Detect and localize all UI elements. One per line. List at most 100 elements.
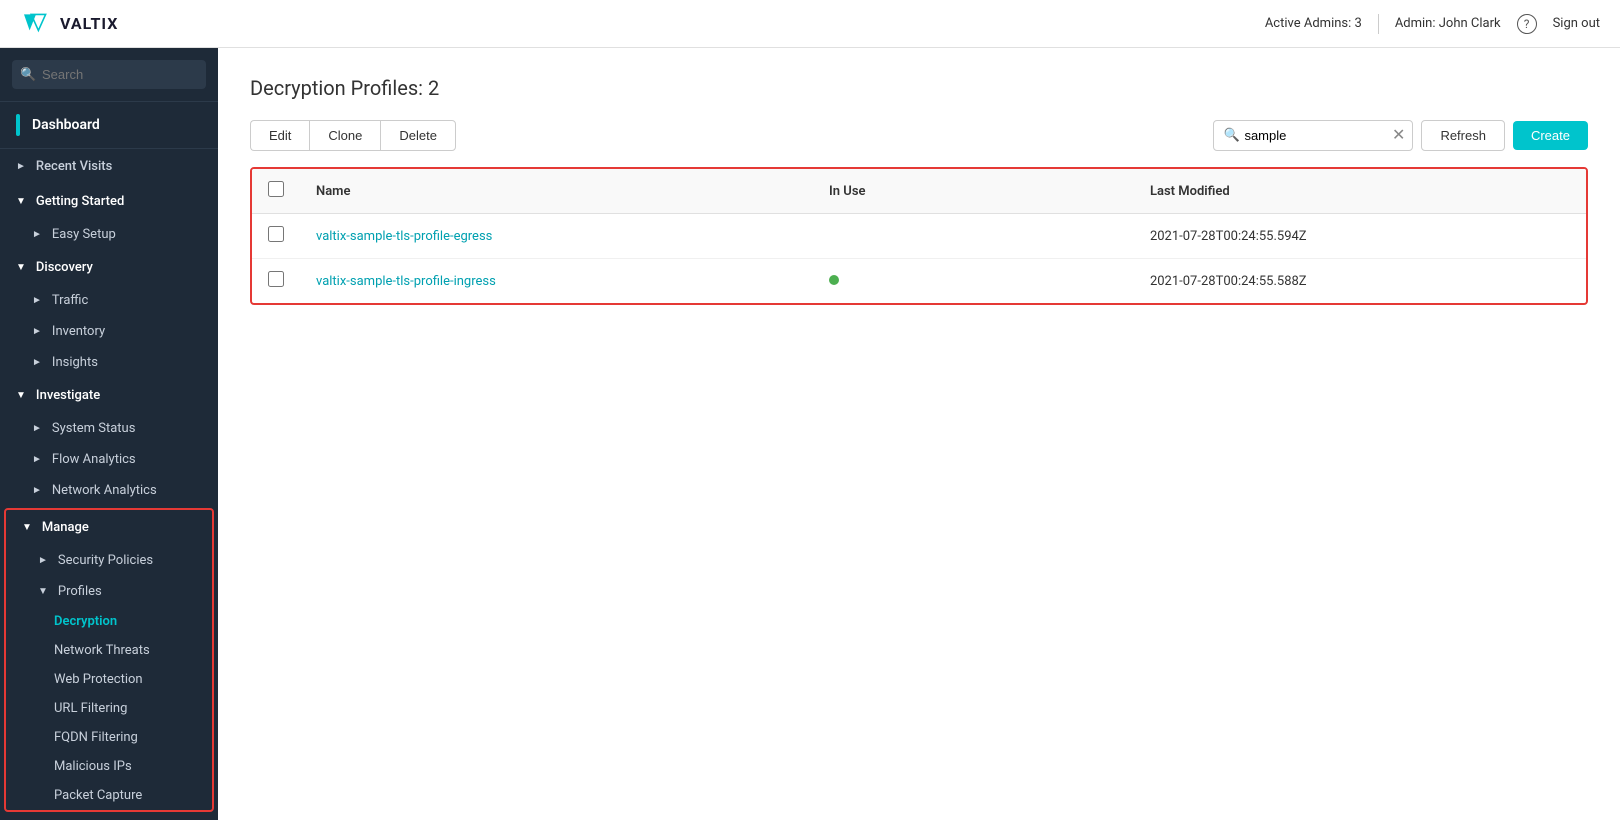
in-use-indicator [829,275,839,285]
sidebar-item-getting-started[interactable]: ▼ Getting Started [0,184,218,219]
search-input[interactable] [12,60,206,89]
sidebar-item-recent-visits[interactable]: ► Recent Visits [0,149,218,184]
dashboard-label: Dashboard [32,117,100,133]
system-status-label: System Status [52,421,136,436]
delete-button[interactable]: Delete [380,120,456,151]
row-lastmod-cell: 2021-07-28T00:24:55.594Z [1134,214,1586,259]
sidebar-item-dashboard[interactable]: Dashboard [0,102,218,149]
sidebar-item-manage[interactable]: ▼ Manage [6,510,212,545]
create-button[interactable]: Create [1513,121,1588,150]
row-checkbox-cell [252,214,300,259]
sidebar-item-easy-setup[interactable]: ► Easy Setup [0,219,218,250]
row-checkbox-0[interactable] [268,226,284,242]
valtix-logo-icon [20,8,52,40]
decryption-label: Decryption [54,614,117,629]
help-button[interactable]: ? [1517,14,1537,34]
col-header-name: Name [300,169,813,214]
chevron-right-icon: ► [32,295,42,306]
traffic-label: Traffic [52,293,88,308]
chevron-down-icon: ▼ [16,390,26,401]
sidebar-item-packet-capture[interactable]: Packet Capture [6,781,212,810]
logo: VALTIX [20,8,118,40]
sidebar-item-network-analytics[interactable]: ► Network Analytics [0,475,218,506]
clone-button[interactable]: Clone [309,120,380,151]
table-row: valtix-sample-tls-profile-ingress 2021-07… [252,259,1586,304]
sidebar-item-malicious-ips[interactable]: Malicious IPs [6,752,212,781]
search-icon: 🔍 [20,67,36,82]
search-wrapper: 🔍 [12,60,206,89]
toolbar: Edit Clone Delete 🔍 ✕ Refresh Create [250,120,1588,151]
manage-label: Manage [42,520,89,535]
sidebar-item-inventory[interactable]: ► Inventory [0,316,218,347]
topbar: VALTIX Active Admins: 3 Admin: John Clar… [0,0,1620,48]
profiles-table: Name In Use Last Modified valtix-sample-… [252,169,1586,303]
toolbar-search-input[interactable] [1213,120,1413,151]
network-analytics-label: Network Analytics [52,483,157,498]
sidebar-item-discovery[interactable]: ▼ Discovery [0,250,218,285]
chevron-down-icon: ▼ [16,196,26,207]
chevron-right-icon: ► [32,454,42,465]
url-filtering-label: URL Filtering [54,701,127,716]
sidebar-item-web-protection[interactable]: Web Protection [6,665,212,694]
investigate-label: Investigate [36,388,100,403]
sidebar-item-log-forwarding[interactable]: Log Forwarding [0,814,218,820]
toolbar-search-icon: 🔍 [1223,128,1239,143]
signout-link[interactable]: Sign out [1553,16,1600,31]
chevron-right-icon: ► [32,485,42,496]
getting-started-label: Getting Started [36,194,124,209]
malicious-ips-label: Malicious IPs [54,759,132,774]
easy-setup-label: Easy Setup [52,227,116,242]
recent-visits-label: Recent Visits [36,159,112,174]
fqdn-filtering-label: FQDN Filtering [54,730,138,745]
chevron-right-icon: ► [32,357,42,368]
security-policies-label: Security Policies [58,553,153,568]
chevron-right-icon: ► [38,555,48,566]
discovery-label: Discovery [36,260,93,275]
sidebar-search-section: 🔍 [0,48,218,102]
chevron-down-icon: ▼ [22,522,32,533]
logo-text: VALTIX [60,14,118,33]
search-clear-button[interactable]: ✕ [1392,128,1405,144]
sidebar-item-investigate[interactable]: ▼ Investigate [0,378,218,413]
profile-link-1[interactable]: valtix-sample-tls-profile-ingress [316,274,496,289]
row-lastmod-cell: 2021-07-28T00:24:55.588Z [1134,259,1586,304]
page-title: Decryption Profiles: 2 [250,76,1588,100]
sidebar-item-flow-analytics[interactable]: ► Flow Analytics [0,444,218,475]
sidebar-item-system-status[interactable]: ► System Status [0,413,218,444]
col-header-inuse: In Use [813,169,1134,214]
sidebar-manage-highlight: ▼ Manage ► Security Policies ▼ Profiles … [4,508,214,812]
select-all-header [252,169,300,214]
table-body: valtix-sample-tls-profile-egress 2021-07-… [252,214,1586,304]
sidebar-item-profiles[interactable]: ▼ Profiles [6,576,212,607]
row-inuse-cell [813,259,1134,304]
topbar-divider [1378,14,1379,34]
col-header-lastmod: Last Modified [1134,169,1586,214]
edit-button[interactable]: Edit [250,120,309,151]
chevron-right-icon: ► [32,423,42,434]
refresh-button[interactable]: Refresh [1421,120,1505,151]
insights-label: Insights [52,355,98,370]
sidebar-item-security-policies[interactable]: ► Security Policies [6,545,212,576]
chevron-right-icon: ► [16,161,26,172]
sidebar-item-traffic[interactable]: ► Traffic [0,285,218,316]
active-admins-label: Active Admins: 3 [1265,16,1362,31]
profile-link-0[interactable]: valtix-sample-tls-profile-egress [316,229,492,244]
table-header: Name In Use Last Modified [252,169,1586,214]
sidebar-item-insights[interactable]: ► Insights [0,347,218,378]
profiles-label: Profiles [58,584,102,599]
row-checkbox-1[interactable] [268,271,284,287]
row-inuse-cell [813,214,1134,259]
row-checkbox-cell [252,259,300,304]
row-name-cell: valtix-sample-tls-profile-ingress [300,259,813,304]
admin-label: Admin: John Clark [1395,16,1501,31]
sidebar-item-url-filtering[interactable]: URL Filtering [6,694,212,723]
profiles-table-container: Name In Use Last Modified valtix-sample-… [250,167,1588,305]
web-protection-label: Web Protection [54,672,143,687]
row-name-cell: valtix-sample-tls-profile-egress [300,214,813,259]
inventory-label: Inventory [52,324,105,339]
sidebar-item-network-threats[interactable]: Network Threats [6,636,212,665]
select-all-checkbox[interactable] [268,181,284,197]
sidebar-item-decryption[interactable]: Decryption [6,607,212,636]
packet-capture-label: Packet Capture [54,788,142,803]
sidebar-item-fqdn-filtering[interactable]: FQDN Filtering [6,723,212,752]
